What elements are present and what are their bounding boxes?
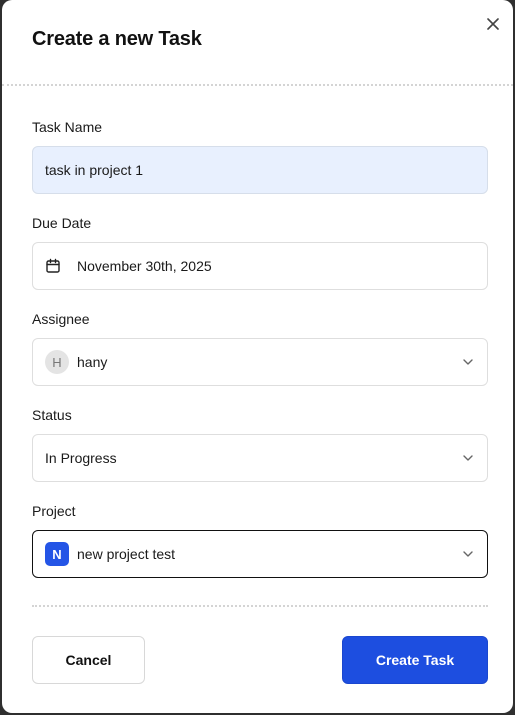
task-name-input[interactable]: task in project 1 xyxy=(32,146,488,194)
project-select[interactable]: N new project test xyxy=(32,530,488,578)
dialog-title: Create a new Task xyxy=(32,28,202,50)
cancel-button[interactable]: Cancel xyxy=(32,636,145,684)
project-badge: N xyxy=(45,542,69,566)
project-label: Project xyxy=(32,503,76,519)
task-name-value: task in project 1 xyxy=(45,162,144,178)
create-task-button[interactable]: Create Task xyxy=(342,636,488,684)
assignee-select[interactable]: H hany xyxy=(32,338,488,386)
status-select[interactable]: In Progress xyxy=(32,434,488,482)
due-date-value: November 30th, 2025 xyxy=(77,258,212,274)
task-name-label: Task Name xyxy=(32,119,103,135)
status-label: Status xyxy=(32,407,72,423)
project-value: new project test xyxy=(77,546,176,562)
calendar-icon xyxy=(45,257,63,275)
chevron-down-icon xyxy=(461,451,475,465)
close-icon xyxy=(487,18,499,30)
assignee-value: hany xyxy=(77,354,108,370)
chevron-down-icon xyxy=(461,547,475,561)
avatar: H xyxy=(45,350,69,374)
divider xyxy=(32,605,488,607)
due-date-label: Due Date xyxy=(32,215,92,231)
due-date-picker[interactable]: November 30th, 2025 xyxy=(32,242,488,290)
status-value: In Progress xyxy=(45,450,117,466)
assignee-label: Assignee xyxy=(32,311,90,327)
create-task-dialog: Create a new Task Task Name task in proj… xyxy=(2,0,513,713)
chevron-down-icon xyxy=(461,355,475,369)
close-button[interactable] xyxy=(482,13,504,35)
divider xyxy=(2,84,513,86)
